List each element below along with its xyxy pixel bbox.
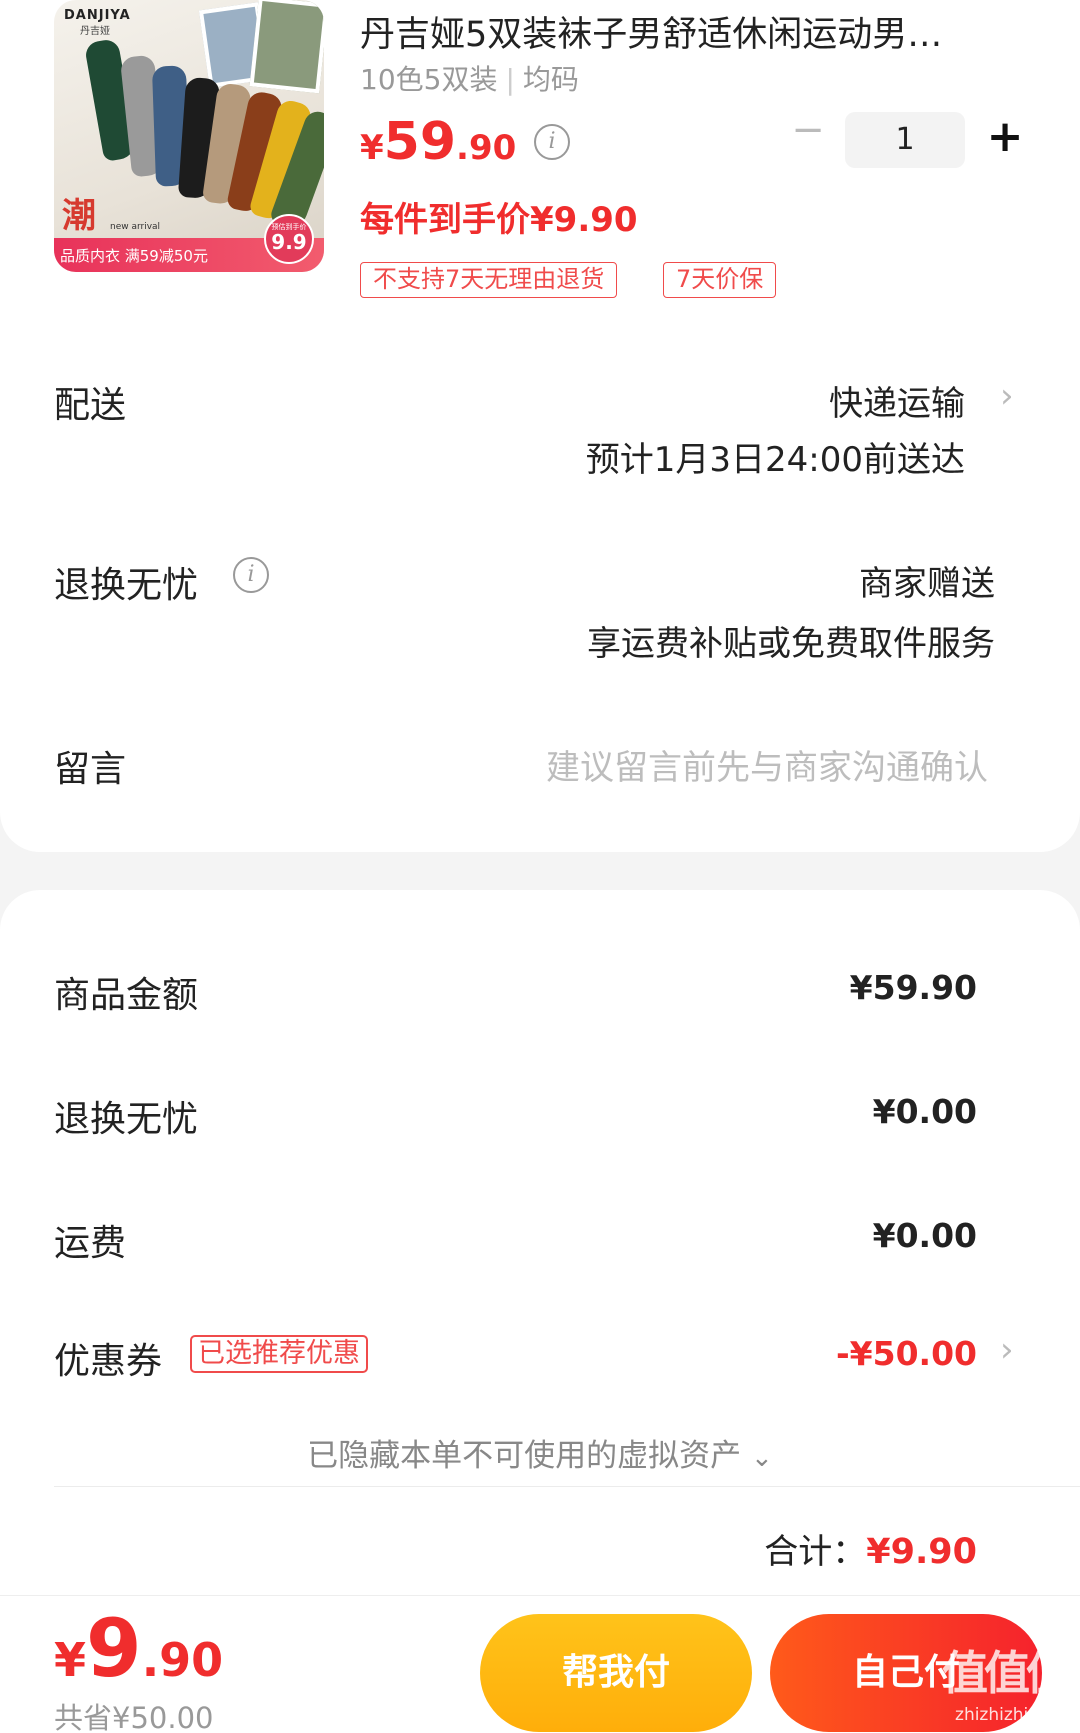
return-provider: 商家赠送: [859, 564, 995, 604]
promo-banner-text: 品质内衣 满59减50元: [60, 247, 208, 265]
delivery-eta: 预计1月3日24:00前送达: [585, 440, 965, 480]
spec-colors: 10色5双装: [360, 63, 498, 96]
no-return-tag: 不支持7天无理由退货: [360, 262, 618, 298]
coupon-badge: 已选推荐优惠: [190, 1335, 368, 1373]
quantity-decrease-button[interactable]: −: [790, 110, 826, 152]
divider: [0, 1595, 1080, 1596]
footer-price: ¥9.90: [54, 1602, 224, 1695]
coupon-value[interactable]: -¥50.00: [836, 1334, 977, 1373]
photo-decor: [249, 0, 324, 94]
chao-label: 潮: [62, 196, 96, 236]
total-label: 合计：: [764, 1532, 867, 1572]
return-info-icon[interactable]: i: [233, 557, 269, 593]
shipping-label: 运费: [54, 1223, 127, 1264]
watermark: zhizhizhi.com: [955, 1705, 1070, 1725]
chevron-down-icon: ⌄: [751, 1443, 773, 1473]
chevron-right-icon[interactable]: ›: [1000, 376, 1014, 416]
product-title[interactable]: 丹吉娅5双装袜子男舒适休闲运动男…: [360, 6, 1010, 57]
product-price: ¥59.90: [360, 112, 517, 172]
return-service-label: 退换无忧: [54, 565, 199, 606]
divider: [54, 1486, 1080, 1487]
brand-logo-sub: 丹吉娅: [80, 26, 110, 37]
goods-amount-label: 商品金额: [54, 975, 199, 1016]
chevron-right-icon[interactable]: ›: [1000, 1330, 1014, 1370]
return-fee-label: 退换无忧: [54, 1099, 199, 1140]
arrival-label: new arrival: [110, 222, 161, 232]
goods-amount-value: ¥59.90: [849, 968, 977, 1007]
return-fee-value: ¥0.00: [872, 1092, 977, 1131]
spec-size: 均码: [522, 63, 579, 96]
total-row: 合计：¥9.90: [764, 1524, 977, 1573]
quantity-input[interactable]: 1: [845, 112, 965, 168]
promo-price-tag: 预估到手价 9.9: [264, 214, 314, 264]
message-label: 留言: [54, 749, 127, 790]
shipping-value: ¥0.00: [872, 1216, 977, 1255]
hidden-assets-toggle[interactable]: 已隐藏本单不可使用的虚拟资产 ⌄: [0, 1430, 1080, 1475]
delivery-method[interactable]: 快递运输: [829, 376, 965, 425]
total-value: ¥9.90: [866, 1532, 977, 1572]
brand-logo: DANJIYA: [64, 8, 131, 23]
price-info-icon[interactable]: i: [534, 124, 570, 160]
price-protect-tag: 7天价保: [663, 262, 777, 298]
return-desc: 享运费补贴或免费取件服务: [587, 624, 995, 664]
watermark-logo: 值值值: [942, 1646, 1072, 1700]
quantity-increase-button[interactable]: +: [985, 112, 1025, 164]
message-input[interactable]: 建议留言前先与商家沟通确认: [546, 740, 988, 789]
help-pay-button[interactable]: 帮我付: [480, 1614, 752, 1732]
product-image[interactable]: DANJIYA 丹吉娅 潮 new arrival 品质内衣 满59减50元 预…: [54, 0, 324, 272]
product-spec[interactable]: 10色5双装 | 均码: [360, 58, 579, 98]
order-card: DANJIYA 丹吉娅 潮 new arrival 品质内衣 满59减50元 预…: [0, 0, 1080, 852]
hidden-assets-label: 已隐藏本单不可使用的虚拟资产: [307, 1438, 742, 1474]
saved-amount: 共省¥50.00: [54, 1701, 214, 1733]
coupon-label: 优惠券: [54, 1341, 163, 1382]
per-item-price: 每件到手价¥9.90: [360, 200, 638, 240]
spec-separator: |: [505, 63, 515, 96]
delivery-label: 配送: [54, 385, 127, 426]
